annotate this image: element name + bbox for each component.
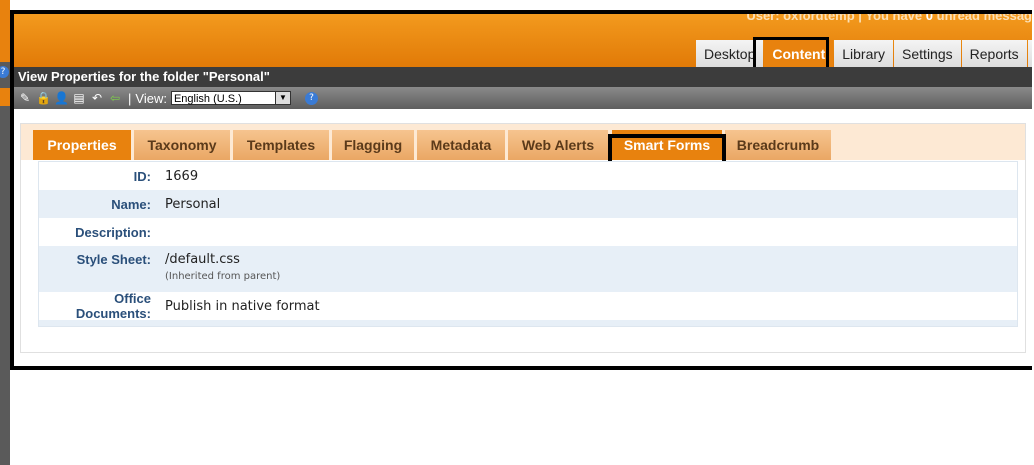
table-footer xyxy=(39,320,1017,326)
nav-reports[interactable]: Reports xyxy=(961,40,1027,68)
unread-count[interactable]: 0 xyxy=(926,14,933,23)
nav-library[interactable]: Library xyxy=(834,40,894,68)
name-value: Personal xyxy=(165,196,221,212)
tab-flagging[interactable]: Flagging xyxy=(332,130,414,160)
stylesheet-note: (Inherited from parent) xyxy=(165,271,281,282)
lock-icon[interactable]: 🔒 xyxy=(36,91,51,105)
row-id: ID: 1669 xyxy=(39,162,1017,190)
nav-help[interactable]: He xyxy=(1027,40,1032,68)
properties-table: ID: 1669 Name: Personal Description: Sty… xyxy=(38,161,1018,327)
help-icon[interactable]: ? xyxy=(304,91,318,105)
back-arrow-icon[interactable]: ⇦ xyxy=(108,91,122,105)
content-area: Properties Taxonomy Templates Flagging M… xyxy=(14,109,1032,366)
view-label: View: xyxy=(135,90,167,106)
toolbar: ✎ 🔒 👤 ▤ ↶ ⇦ | View: English (U.S.) ▼ ? xyxy=(14,87,1032,109)
workarea-frame: User: oxfordtemp | You have 0 unread mes… xyxy=(10,10,1032,370)
users-icon[interactable]: 👤 xyxy=(54,91,69,105)
row-name: Name: Personal xyxy=(39,190,1017,218)
tab-taxonomy[interactable]: Taxonomy xyxy=(134,130,230,160)
main-nav: Desktop Content Library Settings Reports… xyxy=(696,40,1032,68)
edit-icon[interactable]: ✎ xyxy=(18,91,32,105)
tab-web-alerts[interactable]: Web Alerts xyxy=(508,130,608,160)
content-highlight-box xyxy=(753,37,829,71)
toolbar-separator: | xyxy=(128,90,132,106)
unread-text: unread messag xyxy=(936,10,1032,23)
left-strip-bar xyxy=(0,88,10,106)
help-icon[interactable]: ? xyxy=(0,66,9,78)
tab-properties[interactable]: Properties xyxy=(33,130,131,160)
tab-metadata[interactable]: Metadata xyxy=(417,130,505,160)
name-label: Name: xyxy=(111,196,151,212)
language-select[interactable]: English (U.S.) ▼ xyxy=(170,91,291,105)
chevron-down-icon[interactable]: ▼ xyxy=(274,92,290,104)
description-label: Description: xyxy=(75,224,151,240)
stylesheet-label: Style Sheet: xyxy=(76,252,151,267)
stylesheet-value: /default.css xyxy=(165,252,240,267)
left-strip: ? xyxy=(0,0,10,465)
tab-templates[interactable]: Templates xyxy=(233,130,329,160)
id-value: 1669 xyxy=(165,168,199,184)
undo-icon[interactable]: ↶ xyxy=(90,91,104,105)
language-value: English (U.S.) xyxy=(173,93,242,105)
id-label: ID: xyxy=(133,168,151,184)
user-status: User: oxfordtemp | You have 0 unread mes… xyxy=(746,10,1032,23)
office-documents-value: Publish in native format xyxy=(165,298,320,314)
app-header: User: oxfordtemp | You have 0 unread mes… xyxy=(14,14,1032,71)
tab-bar: Properties Taxonomy Templates Flagging M… xyxy=(21,124,1025,160)
row-office-documents: Office Documents: Publish in native form… xyxy=(39,291,1017,321)
office-documents-label: Office Documents: xyxy=(75,291,151,321)
row-description: Description: xyxy=(39,218,1017,246)
nav-settings[interactable]: Settings xyxy=(894,40,961,68)
row-stylesheet: Style Sheet: /default.css (Inherited fro… xyxy=(39,246,1017,292)
page-title: View Properties for the folder "Personal… xyxy=(14,67,1032,87)
tab-breadcrumb[interactable]: Breadcrumb xyxy=(725,130,831,160)
left-strip-header xyxy=(0,0,10,62)
user-text: User: oxfordtemp | You have xyxy=(746,10,923,23)
document-icon[interactable]: ▤ xyxy=(72,91,86,105)
